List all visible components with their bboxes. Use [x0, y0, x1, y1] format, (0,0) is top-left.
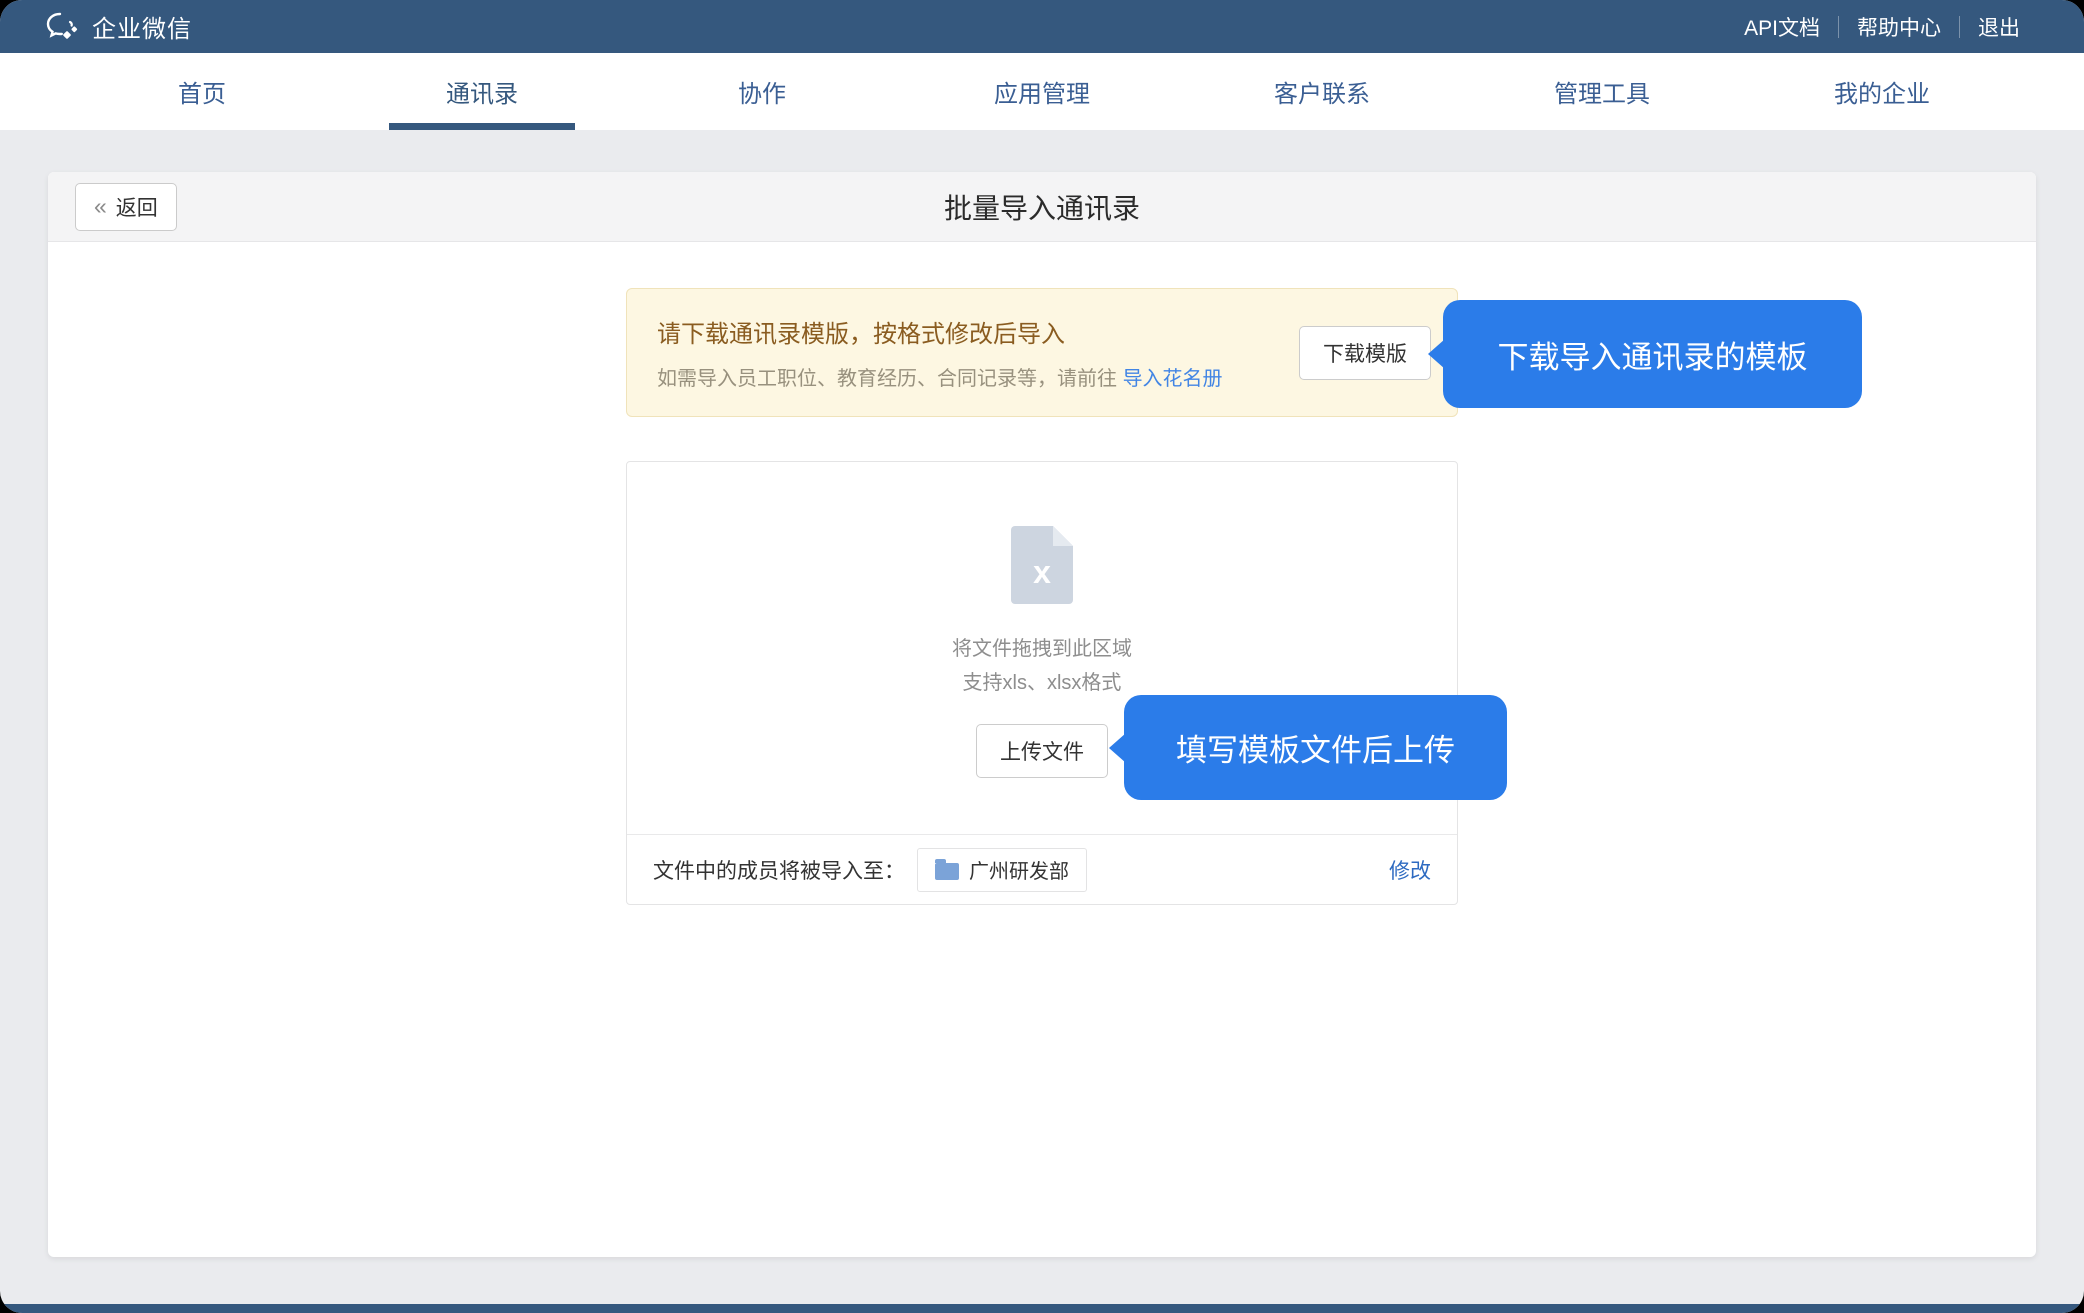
download-template-button[interactable]: 下载模版: [1299, 326, 1431, 380]
nav-item-admin-tools[interactable]: 管理工具: [1462, 53, 1742, 130]
import-roster-link[interactable]: 导入花名册: [1123, 368, 1223, 390]
dropzone-hint-line1: 将文件拖拽到此区域: [627, 632, 1457, 666]
department-name: 广州研发部: [969, 855, 1069, 884]
department-chip: 广州研发部: [917, 848, 1087, 892]
back-button-label: 返回: [116, 192, 158, 222]
notice-text-block: 请下载通讯录模版，按格式修改后导入 如需导入员工职位、教育经历、合同记录等，请前…: [657, 314, 1223, 391]
topbar-link-logout[interactable]: 退出: [1960, 8, 2038, 46]
notice-subtext-text: 如需导入员工职位、教育经历、合同记录等，请前往: [657, 368, 1123, 390]
nav-item-contacts[interactable]: 通讯录: [342, 53, 622, 130]
download-template-tooltip: 下载导入通讯录的模板: [1443, 300, 1862, 408]
tooltip-arrow-left-icon: [1109, 733, 1126, 763]
topbar-links: API文档 帮助中心 退出: [1726, 8, 2038, 46]
app-window: 企业微信 API文档 帮助中心 退出 首页 通讯录 协作 应用管理 客户联系 管…: [0, 0, 2084, 1313]
modify-department-link[interactable]: 修改: [1389, 855, 1431, 885]
notice-title: 请下载通讯录模版，按格式修改后导入: [657, 314, 1223, 349]
topbar-link-api-docs[interactable]: API文档: [1726, 8, 1838, 46]
excel-letter: x: [1033, 554, 1051, 591]
brand-name: 企业微信: [92, 9, 192, 44]
nav-item-my-company[interactable]: 我的企业: [1742, 53, 2022, 130]
import-target-row: 文件中的成员将被导入至： 广州研发部 修改: [627, 834, 1457, 904]
bottom-window-edge: [0, 1304, 2084, 1313]
upload-card: x 将文件拖拽到此区域 支持xls、xlsx格式 上传文件 文件中的成员将被导入…: [626, 461, 1458, 905]
wechat-work-logo-icon: [46, 12, 80, 42]
page-title: 批量导入通讯录: [944, 187, 1140, 227]
folder-icon: [935, 863, 959, 880]
topbar: 企业微信 API文档 帮助中心 退出: [0, 0, 2084, 53]
back-chevron-icon: «: [94, 195, 107, 218]
nav-item-collaboration[interactable]: 协作: [622, 53, 902, 130]
main-nav: 首页 通讯录 协作 应用管理 客户联系 管理工具 我的企业: [0, 53, 2084, 130]
tooltip-arrow-left-icon: [1428, 339, 1445, 369]
back-button[interactable]: « 返回: [75, 183, 177, 231]
download-tooltip-text: 下载导入通讯录的模板: [1498, 332, 1808, 377]
brand-logo[interactable]: 企业微信: [46, 9, 192, 44]
upload-tooltip-text: 填写模板文件后上传: [1176, 725, 1455, 770]
upload-file-button[interactable]: 上传文件: [976, 724, 1108, 778]
nav-item-home[interactable]: 首页: [62, 53, 342, 130]
template-notice-box: 请下载通讯录模版，按格式修改后导入 如需导入员工职位、教育经历、合同记录等，请前…: [626, 288, 1458, 417]
upload-file-tooltip: 填写模板文件后上传: [1124, 695, 1507, 800]
notice-subtext: 如需导入员工职位、教育经历、合同记录等，请前往 导入花名册: [657, 362, 1223, 391]
nav-item-app-management[interactable]: 应用管理: [902, 53, 1182, 130]
dropzone-hint: 将文件拖拽到此区域 支持xls、xlsx格式: [627, 632, 1457, 700]
topbar-link-help-center[interactable]: 帮助中心: [1839, 8, 1959, 46]
page-header: « 返回 批量导入通讯录: [48, 172, 2036, 242]
nav-item-customer-contact[interactable]: 客户联系: [1182, 53, 1462, 130]
excel-file-icon: x: [1011, 526, 1073, 604]
import-target-label: 文件中的成员将被导入至：: [653, 855, 905, 885]
